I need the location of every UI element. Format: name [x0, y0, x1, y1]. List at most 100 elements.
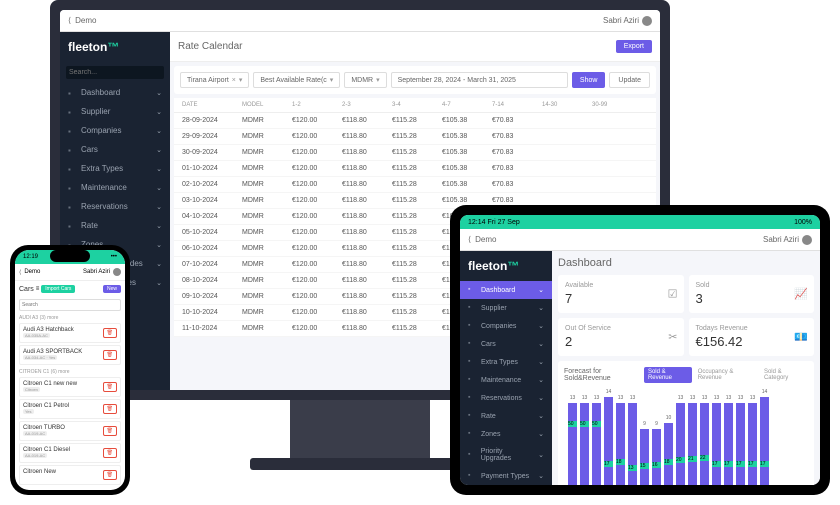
sidebar-item-maintenance[interactable]: ▪Maintenance⌄: [60, 178, 170, 197]
menu-icon: ▪: [68, 146, 76, 154]
delete-icon[interactable]: 🗑: [103, 404, 117, 414]
user-menu[interactable]: Sabri Aziri: [763, 235, 812, 245]
sidebar-item-supplier[interactable]: ▪Supplier⌄: [460, 299, 552, 317]
delete-icon[interactable]: 🗑: [103, 470, 117, 480]
close-icon[interactable]: ×: [232, 77, 236, 84]
phone-search[interactable]: [19, 299, 121, 311]
logo: fleeton™: [60, 32, 170, 62]
filter-icon[interactable]: ≡: [36, 286, 40, 292]
filter-location[interactable]: Tirana Airport×▾: [180, 72, 249, 88]
list-item[interactable]: Citroen C1 new newCitroen🗑: [19, 377, 121, 397]
chart-bar: 1350: [580, 403, 589, 485]
chevron-down-icon: ⌄: [156, 203, 162, 211]
filter-date-range[interactable]: September 28, 2024 - March 31, 2025: [391, 72, 568, 88]
sidebar-item-extra-types[interactable]: ▪Extra Types⌄: [60, 159, 170, 178]
chart-bar: 1350: [568, 403, 577, 485]
back-icon[interactable]: ⟨: [468, 235, 471, 244]
chevron-down-icon: ⌄: [538, 376, 544, 384]
table-row[interactable]: 29-09-2024MDMR€120.00€118.80€115.28€105.…: [174, 129, 656, 145]
menu-icon: ▪: [68, 222, 76, 230]
delete-icon[interactable]: 🗑: [103, 448, 117, 458]
table-row[interactable]: 28-09-2024MDMR€120.00€118.80€115.28€105.…: [174, 113, 656, 129]
chevron-down-icon: ⌄: [156, 279, 162, 287]
export-button[interactable]: Export: [616, 40, 652, 53]
list-item[interactable]: Citroen C1 DieselAA-019-AC🗑: [19, 443, 121, 463]
chevron-down-icon: ⌄: [156, 127, 162, 135]
menu-icon: ▪: [468, 412, 476, 420]
menu-icon: ▪: [68, 89, 76, 97]
stat-card-available: Available7☑: [558, 275, 684, 313]
sidebar-item-maintenance[interactable]: ▪Maintenance⌄: [460, 371, 552, 389]
tablet-sidebar: fleeton™ ▪Dashboard⌄▪Supplier⌄▪Companies…: [460, 251, 552, 485]
chart-tab[interactable]: Sold & Category: [760, 367, 808, 383]
chart-bar: 1018: [664, 423, 673, 485]
delete-icon[interactable]: 🗑: [103, 328, 117, 338]
sidebar-item-cars[interactable]: ▪Cars⌄: [60, 140, 170, 159]
chart-bar: 1317: [736, 403, 745, 485]
chart-bar: 1320: [676, 403, 685, 485]
delete-icon[interactable]: 🗑: [103, 350, 117, 360]
chevron-down-icon: ⌄: [156, 241, 162, 249]
sidebar-item-priority-upgrades[interactable]: ▪Priority Upgrades⌄: [460, 443, 552, 467]
show-button[interactable]: Show: [572, 72, 606, 88]
menu-icon: ▪: [68, 184, 76, 192]
stat-card-out-of-service: Out Of Service2✂: [558, 318, 684, 356]
menu-icon: ▪: [468, 472, 476, 480]
update-button[interactable]: Update: [609, 72, 650, 88]
list-group-header[interactable]: CITROEN C1 (6) more: [19, 367, 121, 377]
user-menu[interactable]: Sabri Aziri: [603, 16, 652, 26]
dashboard-title: Dashboard: [558, 257, 814, 269]
sidebar-item-rate[interactable]: ▪Rate⌄: [60, 216, 170, 235]
sidebar-item-rate[interactable]: ▪Rate⌄: [460, 407, 552, 425]
table-row[interactable]: 01-10-2024MDMR€120.00€118.80€115.28€105.…: [174, 161, 656, 177]
sidebar-item-zones[interactable]: ▪Zones⌄: [460, 425, 552, 443]
sidebar-item-dashboard[interactable]: ▪Dashboard⌄: [460, 281, 552, 299]
delete-icon[interactable]: 🗑: [103, 426, 117, 436]
back-icon[interactable]: ⟨: [19, 269, 21, 276]
filter-rate[interactable]: Best Available Rate(c▾: [253, 72, 340, 88]
user-icon: [802, 235, 812, 245]
sidebar-item-dashboard[interactable]: ▪Dashboard⌄: [60, 83, 170, 102]
sidebar-item-cars[interactable]: ▪Cars⌄: [460, 335, 552, 353]
menu-icon: ▪: [468, 376, 476, 384]
table-row[interactable]: 02-10-2024MDMR€120.00€118.80€115.28€105.…: [174, 177, 656, 193]
menu-icon: ▪: [68, 203, 76, 211]
sidebar-item-reservations[interactable]: ▪Reservations⌄: [60, 197, 170, 216]
user-icon: [642, 16, 652, 26]
chevron-down-icon: ⌄: [156, 184, 162, 192]
chart-tab[interactable]: Occupancy & Revenue: [694, 367, 758, 383]
list-item[interactable]: Citroen TURBOAA-019-AC🗑: [19, 421, 121, 441]
sidebar-item-extra-types[interactable]: ▪Extra Types⌄: [460, 353, 552, 371]
cars-title: Cars: [19, 286, 34, 293]
list-item[interactable]: Audi A3 HatchbackAA-035A-AC🗑: [19, 323, 121, 343]
chart-bar: 1417: [604, 397, 613, 485]
sidebar-item-companies[interactable]: ▪Companies⌄: [60, 121, 170, 140]
sidebar-search[interactable]: [66, 66, 164, 79]
chart-tab[interactable]: Sold & Revenue: [644, 367, 692, 383]
menu-icon: ▪: [68, 108, 76, 116]
list-item[interactable]: Citroen C1 PetrolYes🗑: [19, 399, 121, 419]
sidebar-item-companies[interactable]: ▪Companies⌄: [460, 317, 552, 335]
chart-bar: 1321: [688, 403, 697, 485]
chart-bar: 1317: [724, 403, 733, 485]
new-button[interactable]: New: [103, 285, 121, 293]
stat-card-sold: Sold3📈: [689, 275, 815, 313]
list-item[interactable]: Citroen New🗑: [19, 465, 121, 485]
sidebar-item-supplier[interactable]: ▪Supplier⌄: [60, 102, 170, 121]
chart-bar: 1313: [628, 403, 637, 485]
filter-model[interactable]: MDMR▾: [344, 72, 386, 88]
sidebar-item-payment-types[interactable]: ▪Payment Types⌄: [460, 467, 552, 485]
sidebar-item-reservations[interactable]: ▪Reservations⌄: [460, 389, 552, 407]
table-row[interactable]: 30-09-2024MDMR€120.00€118.80€115.28€105.…: [174, 145, 656, 161]
chart-bar: 916: [652, 429, 661, 485]
import-button[interactable]: Import Cars: [41, 285, 75, 293]
delete-icon[interactable]: 🗑: [103, 382, 117, 392]
chevron-down-icon: ⌄: [156, 108, 162, 116]
back-icon[interactable]: ⟨: [68, 16, 71, 25]
chevron-down-icon: ⌄: [538, 394, 544, 402]
chevron-down-icon: ⌄: [156, 222, 162, 230]
menu-icon: ▪: [468, 304, 476, 312]
list-group-header[interactable]: AUDI A3 (3) more: [19, 313, 121, 323]
list-item[interactable]: Audi A3 SPORTBACKAA-034-AC · Yes🗑: [19, 345, 121, 365]
menu-icon: ▪: [468, 394, 476, 402]
